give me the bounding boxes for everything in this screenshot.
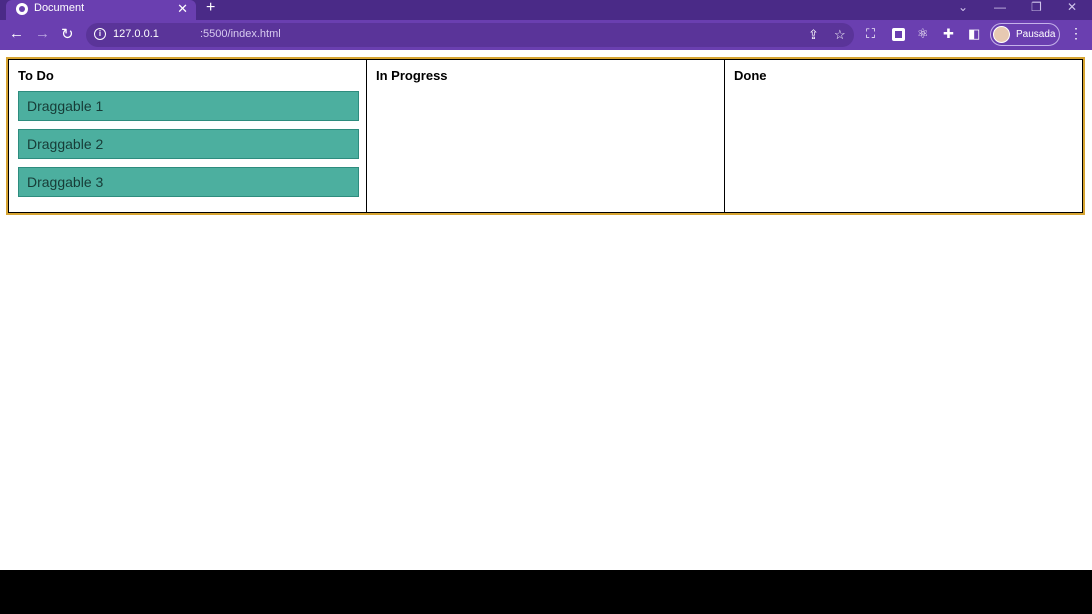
more-menu-icon[interactable]: ⋮ — [1069, 25, 1083, 42]
puzzle-extensions-icon[interactable]: ✚ — [943, 26, 954, 42]
column-title: In Progress — [376, 68, 448, 83]
avatar — [993, 26, 1010, 43]
extension-box-icon[interactable] — [892, 28, 905, 41]
tab-title: Document — [34, 2, 85, 14]
column-title: Done — [734, 68, 767, 83]
column-done[interactable]: Done — [725, 59, 1083, 213]
card-label: Draggable 3 — [27, 174, 104, 190]
column-in-progress[interactable]: In Progress — [367, 59, 725, 213]
kanban-board: To Do Draggable 1 Draggable 2 Draggable … — [6, 57, 1085, 215]
window-close-icon[interactable]: ✕ — [1067, 0, 1077, 14]
url-path: :5500/index.html — [200, 28, 281, 40]
card-label: Draggable 1 — [27, 98, 104, 114]
draggable-card[interactable]: Draggable 2 — [18, 129, 359, 159]
address-bar[interactable]: i 127.0.0.1 :5500/index.html ⇪ ☆ — [86, 23, 854, 47]
globe-icon — [16, 3, 28, 15]
profile-button[interactable]: Pausada — [990, 23, 1060, 46]
minimize-icon[interactable]: — — [994, 0, 1006, 14]
info-icon[interactable]: i — [94, 28, 106, 40]
share-icon[interactable]: ⇪ — [808, 27, 819, 43]
url-host: 127.0.0.1 — [113, 28, 159, 40]
new-tab-button[interactable]: + — [206, 0, 215, 17]
react-devtools-icon[interactable]: ⚛ — [917, 26, 929, 42]
tab-strip: Document ✕ + ⌄ — ❐ ✕ — [0, 0, 1092, 20]
side-panel-icon[interactable]: ◧ — [968, 26, 980, 42]
chevron-down-icon[interactable]: ⌄ — [958, 0, 968, 14]
page-viewport: To Do Draggable 1 Draggable 2 Draggable … — [0, 50, 1092, 570]
screen-letterbox — [0, 570, 1092, 614]
draggable-card[interactable]: Draggable 1 — [18, 91, 359, 121]
close-icon[interactable]: ✕ — [177, 1, 188, 17]
browser-tab[interactable]: Document ✕ — [6, 0, 196, 20]
star-icon[interactable]: ☆ — [834, 27, 846, 43]
restore-icon[interactable]: ❐ — [1031, 0, 1042, 14]
profile-name: Pausada — [1016, 29, 1056, 40]
forward-arrow-icon[interactable]: → — [35, 25, 50, 42]
browser-toolbar: ← → ↻ i 127.0.0.1 :5500/index.html ⇪ ☆ ⛶… — [0, 20, 1092, 50]
column-title: To Do — [18, 68, 54, 83]
column-todo[interactable]: To Do Draggable 1 Draggable 2 Draggable … — [8, 59, 367, 213]
card-label: Draggable 2 — [27, 136, 104, 152]
back-arrow-icon[interactable]: ← — [9, 25, 24, 42]
screenshot-extension-icon[interactable]: ⛶ — [866, 26, 875, 42]
reload-icon[interactable]: ↻ — [61, 25, 74, 43]
draggable-card[interactable]: Draggable 3 — [18, 167, 359, 197]
